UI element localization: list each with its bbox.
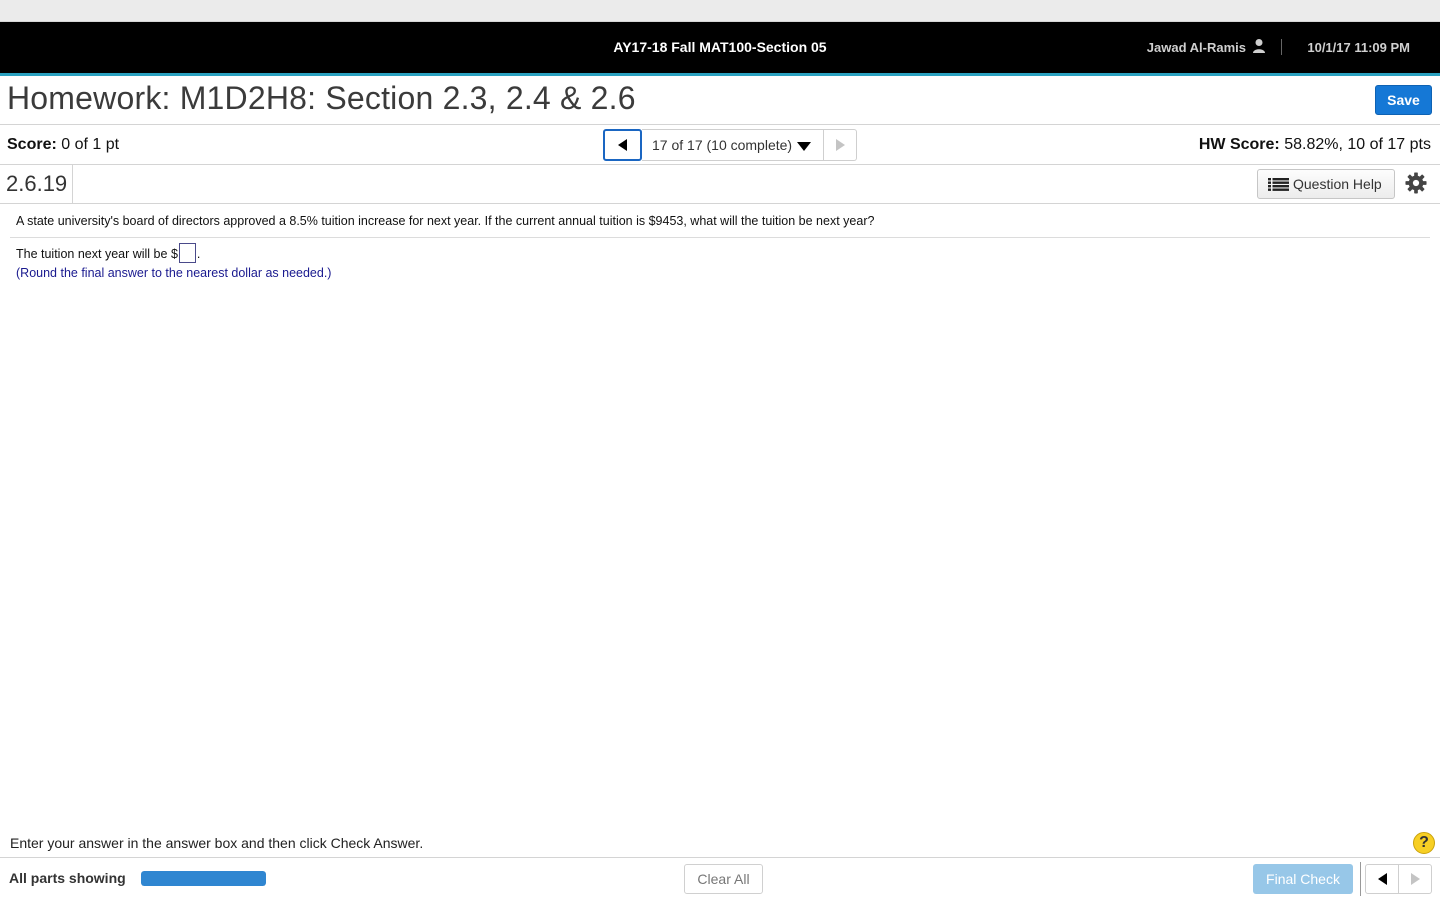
- question-score: Score: 0 of 1 pt: [7, 136, 119, 154]
- gear-icon[interactable]: [1405, 172, 1427, 194]
- header-accent-line: [0, 73, 1440, 76]
- chevron-right-icon: [1411, 873, 1420, 885]
- hw-score-label: HW Score:: [1198, 136, 1280, 153]
- parts-progress-bar: [141, 871, 266, 886]
- help-icon[interactable]: ?: [1413, 832, 1435, 854]
- question-navigator: 17 of 17 (10 complete): [603, 129, 857, 161]
- user-name[interactable]: Jawad Al-Ramis: [1147, 40, 1246, 55]
- chevron-down-icon: [797, 142, 811, 151]
- divider: [0, 857, 1440, 858]
- chevron-right-icon: [836, 139, 845, 151]
- answer-line: The tuition next year will be $.: [16, 243, 201, 266]
- list-icon: [1268, 178, 1289, 191]
- previous-question-button-bottom[interactable]: [1365, 864, 1399, 894]
- chevron-left-icon: [618, 139, 627, 151]
- page-title: Homework: M1D2H8: Section 2.3, 2.4 & 2.6: [7, 80, 636, 116]
- previous-question-button[interactable]: [603, 129, 642, 161]
- question-help-label: Question Help: [1293, 176, 1382, 192]
- answer-suffix: .: [196, 247, 201, 261]
- parts-label: All parts showing: [9, 870, 126, 886]
- score-value: 0 of 1 pt: [61, 136, 120, 153]
- answer-prefix: The tuition next year will be $: [16, 247, 178, 261]
- divider: [0, 203, 1440, 204]
- next-question-button-bottom[interactable]: [1399, 864, 1432, 894]
- question-select-dropdown[interactable]: 17 of 17 (10 complete): [642, 129, 824, 161]
- question-help-button[interactable]: Question Help: [1257, 169, 1395, 199]
- hw-score-value: 58.82%, 10 of 17 pts: [1284, 136, 1431, 153]
- question-number: 2.6.19: [0, 165, 73, 203]
- date-time: 10/1/17 11:09 PM: [1307, 40, 1410, 55]
- question-prompt: A state university's board of directors …: [16, 214, 875, 228]
- divider: [10, 237, 1430, 238]
- next-question-button[interactable]: [824, 129, 857, 161]
- clear-all-button[interactable]: Clear All: [684, 864, 763, 894]
- instruction-text: Enter your answer in the answer box and …: [10, 835, 424, 851]
- parts-progress-fill: [141, 871, 266, 886]
- divider: [0, 164, 1440, 165]
- question-select-value: 17 of 17 (10 complete): [652, 137, 793, 153]
- homework-score: HW Score: 58.82%, 10 of 17 pts: [1199, 136, 1431, 154]
- final-check-button[interactable]: Final Check: [1253, 864, 1353, 894]
- footer-divider: [1360, 862, 1361, 896]
- user-icon[interactable]: [1252, 38, 1266, 54]
- course-top-bar: AY17-18 Fall MAT100-Section 05 Jawad Al-…: [0, 22, 1440, 73]
- save-button[interactable]: Save: [1375, 85, 1432, 115]
- answer-input[interactable]: [178, 243, 196, 264]
- score-label: Score:: [7, 136, 57, 153]
- browser-chrome-strip: [0, 0, 1440, 22]
- divider: [0, 124, 1440, 125]
- chevron-left-icon: [1378, 873, 1387, 885]
- header-divider: [1281, 39, 1282, 55]
- rounding-note: (Round the final answer to the nearest d…: [16, 266, 332, 280]
